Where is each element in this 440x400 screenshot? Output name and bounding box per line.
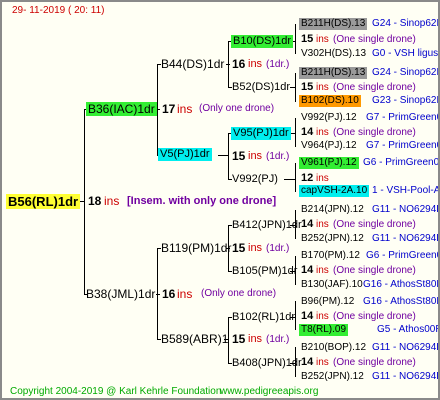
gen2-ins-count-1: 15 [232, 149, 246, 163]
gen4-ins-count-0: 15 [301, 33, 314, 45]
gen2-note-0: (1dr.) [266, 59, 290, 70]
gen3-queen-1[interactable]: B52(DS)1dr [232, 82, 290, 93]
copyright: Copyright 2004-2019 @ Karl Kehrle Founda… [10, 386, 222, 397]
gen1-queen-0[interactable]: B36(IAC)1dr [86, 102, 157, 116]
gen4-ins-label-4: ins [316, 219, 329, 230]
gen2-note-2: (1dr.) [266, 243, 290, 254]
gen1-note-0: (Only one drone) [199, 103, 275, 114]
gen4-group-6: G16 - AthosSt80R [363, 296, 440, 307]
gen2-note-1: (1dr.) [266, 151, 290, 162]
gen3-queen-6[interactable]: B102(RL)1dr [232, 312, 295, 323]
gen1-ins-label-1: ins [177, 287, 193, 301]
gen4-ins-count-4: 14 [301, 218, 314, 230]
date-stamp: 29- 11-2019 ( 20: 11) [12, 5, 105, 16]
gen4-sire-5[interactable]: B170(PM).12 [301, 251, 360, 261]
gen2-ins-count-3: 15 [232, 332, 246, 346]
gen4-dam-group-1: G23 - Sinop62R [372, 95, 440, 106]
gen4-group-5: G6 - PrimGreen00 [366, 250, 440, 261]
gen4-dam-group-3: 1 - VSH-Pool-AR [372, 185, 440, 196]
site-url[interactable]: www.pedigreeapis.org [220, 387, 318, 397]
gen4-dam-group-6: G5 - Athos00R [377, 324, 440, 335]
gen4-sire-6[interactable]: B96(PM).12 [301, 297, 354, 307]
gen4-ins-count-7: 14 [301, 356, 314, 368]
gen4-ins-note-0: (One single drone) [333, 34, 416, 45]
gen4-group-3: G6 - PrimGreen00 [363, 157, 440, 168]
gen4-ins-note-5: (One single drone) [333, 265, 416, 276]
gen4-ins-count-5: 14 [301, 264, 314, 276]
gen4-dam-4[interactable]: B252(JPN).12 [301, 234, 364, 244]
gen2-queen-2[interactable]: B119(PM)1dr [161, 242, 231, 254]
gen4-dam-7[interactable]: B252(JPN).12 [301, 372, 364, 382]
gen3-queen-4[interactable]: B412(JPN)1dr [232, 220, 302, 231]
gen2-queen-0[interactable]: B44(DS)1dr [161, 58, 224, 70]
gen4-sire-3[interactable]: V961(PJ).12 [299, 157, 359, 169]
root-queen[interactable]: B56(RL)1dr [6, 194, 81, 209]
gen4-dam-6[interactable]: T8(RL).09 [299, 324, 349, 336]
gen4-dam-1[interactable]: B102(DS).10 [299, 95, 361, 107]
gen4-dam-group-4: G11 - NO6294R [372, 233, 440, 244]
gen4-group-2: G7 - PrimGreen00 [366, 112, 440, 123]
pedigree-chart: 29- 11-2019 ( 20: 11) Copyright 2004-201… [0, 0, 440, 400]
gen4-dam-group-7: G11 - NO6294R [372, 371, 440, 382]
gen2-ins-count-2: 15 [232, 241, 246, 255]
gen4-dam-2[interactable]: V964(PJ).12 [301, 141, 357, 151]
root-ins-label: ins [104, 194, 120, 208]
gen2-ins-label-1: ins [248, 150, 263, 162]
gen4-ins-label-2: ins [316, 127, 329, 138]
gen4-dam-3[interactable]: capVSH-2A.10 [299, 185, 370, 197]
gen3-queen-2[interactable]: V95(PJ)1dr [231, 127, 291, 140]
gen1-queen-1[interactable]: B38(JML)1dr [86, 288, 155, 300]
gen2-queen-3[interactable]: B589(ABR)1 [161, 333, 228, 345]
root-ins-count: 18 [88, 194, 102, 208]
gen4-ins-label-0: ins [316, 34, 329, 45]
gen4-ins-note-4: (One single drone) [333, 219, 416, 230]
gen1-ins-count-0: 17 [162, 102, 176, 116]
gen4-ins-label-7: ins [316, 357, 329, 368]
gen2-ins-label-0: ins [248, 58, 263, 70]
gen4-ins-label-1: ins [316, 82, 329, 93]
gen4-dam-group-5: G16 - AthosSt80R [363, 279, 440, 290]
gen4-ins-count-1: 15 [301, 81, 314, 93]
root-note: [Insem. with only one drone] [127, 195, 277, 207]
gen4-sire-0[interactable]: B211H(DS).13 [299, 18, 368, 30]
gen4-dam-group-2: G7 - PrimGreen00 [366, 140, 440, 151]
gen4-sire-4[interactable]: B214(JPN).12 [301, 205, 364, 215]
gen4-ins-label-3: ins [316, 173, 329, 184]
gen4-ins-note-2: (One single drone) [333, 127, 416, 138]
gen4-sire-2[interactable]: V992(PJ).12 [301, 113, 357, 123]
gen4-sire-1[interactable]: B211H(DS).13 [299, 67, 368, 79]
gen4-group-7: G11 - NO6294R [372, 342, 440, 353]
gen4-ins-count-2: 14 [301, 126, 314, 138]
gen4-ins-label-5: ins [316, 265, 329, 276]
gen4-group-4: G11 - NO6294R [372, 204, 440, 215]
gen1-note-1: (Only one drone) [201, 288, 277, 299]
gen4-ins-label-6: ins [316, 311, 329, 322]
gen3-queen-0[interactable]: B10(DS)1dr [231, 35, 294, 48]
gen4-ins-note-1: (One single drone) [333, 82, 416, 93]
gen4-dam-group-0: G0 - VSH ligusti [372, 48, 440, 59]
gen4-ins-note-7: (One single drone) [333, 357, 416, 368]
gen1-ins-count-1: 16 [162, 287, 176, 301]
gen4-dam-0[interactable]: V302H(DS).13 [301, 49, 366, 59]
gen3-queen-3[interactable]: V992(PJ) [232, 174, 278, 185]
gen4-group-1: G24 - Sinop62R [372, 67, 440, 78]
gen2-ins-label-2: ins [248, 242, 263, 254]
gen4-ins-count-3: 12 [301, 172, 314, 184]
gen2-note-3: (1dr.) [266, 334, 290, 345]
gen4-sire-7[interactable]: B210(BOP).12 [301, 343, 366, 353]
gen4-ins-count-6: 14 [301, 310, 314, 322]
gen4-dam-5[interactable]: B130(JAF).10 [301, 280, 363, 290]
gen2-ins-label-3: ins [248, 333, 263, 345]
gen4-group-0: G24 - Sinop62R [372, 18, 440, 29]
gen2-ins-count-0: 16 [232, 57, 246, 71]
gen2-queen-1[interactable]: V5(PJ)1dr [158, 148, 212, 161]
gen1-ins-label-0: ins [177, 102, 193, 116]
gen3-queen-7[interactable]: B408(JPN)1dr [232, 358, 302, 369]
gen4-ins-note-6: (One single drone) [333, 311, 416, 322]
gen3-queen-5[interactable]: B105(PM)1dr [232, 266, 297, 277]
